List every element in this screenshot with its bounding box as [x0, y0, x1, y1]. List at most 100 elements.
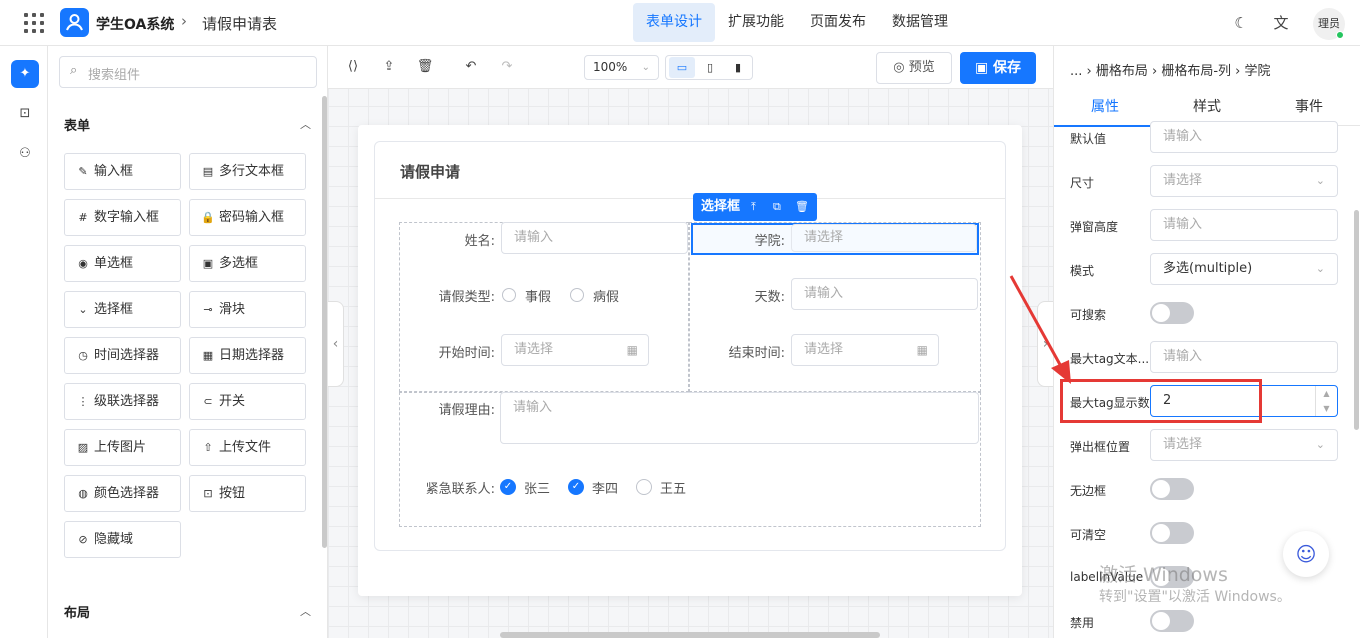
searchable-switch[interactable]	[1150, 302, 1194, 324]
component-icon: ⋮	[77, 395, 89, 408]
trash-icon[interactable]: 🗑	[416, 58, 434, 76]
grid-menu-icon[interactable]	[24, 13, 44, 33]
component-item[interactable]: ▣ 多选框	[189, 245, 306, 282]
component-item[interactable]: ▨ 上传图片	[64, 429, 181, 466]
contact-option-3: 王五	[660, 482, 687, 497]
popup-position-select[interactable]: 请选择 ⌄	[1150, 429, 1338, 461]
component-item[interactable]: ▦ 日期选择器	[189, 337, 306, 374]
radio-sick-leave-personal[interactable]	[502, 288, 516, 302]
component-label: 选择框	[94, 302, 134, 317]
checkbox-contact-1[interactable]: ✓	[500, 479, 516, 495]
component-item[interactable]: ⊸ 滑块	[189, 291, 306, 328]
increment-icon[interactable]: ▲	[1316, 386, 1337, 401]
scrollbar[interactable]	[1354, 210, 1359, 430]
calendar-icon: ▦	[626, 343, 638, 357]
component-icon: ◍	[78, 487, 88, 500]
move-top-icon[interactable]: ⤒	[751, 193, 756, 221]
components-icon[interactable]: ✦	[11, 60, 39, 88]
component-search-input[interactable]: ⌕ 搜索组件	[59, 56, 317, 88]
decrement-icon[interactable]: ▼	[1316, 401, 1337, 416]
tablet-icon[interactable]: ▯	[697, 57, 723, 78]
chevron-up-icon[interactable]: ︿	[300, 603, 311, 619]
college-select[interactable]: 请选择	[791, 224, 977, 252]
checkbox-contact-3[interactable]	[636, 479, 652, 495]
name-input[interactable]: 请输入	[501, 222, 688, 254]
left-rail: ✦ ⊡ ⚇	[0, 46, 48, 638]
nav-publish[interactable]: 页面发布	[797, 3, 879, 42]
collapse-left-panel-button[interactable]: ‹	[328, 301, 344, 387]
component-item[interactable]: ⊘ 隐藏域	[64, 521, 181, 558]
design-canvas: ⟨⟩ ⇪ 🗑 ↶ ↷ 100% ⌄ ▭ ▯ ▮ ◎ 预览 ▣ 保存 ‹ › 请假…	[328, 46, 1053, 638]
upload-icon[interactable]: ⇪	[380, 58, 398, 76]
popup-position-label: 弹出框位置	[1070, 440, 1131, 454]
code-icon[interactable]: ⊡	[11, 100, 39, 128]
max-tag-text-input[interactable]: 请输入	[1150, 341, 1338, 373]
mobile-icon[interactable]: ▮	[725, 57, 751, 78]
contact-option-2: 李四	[592, 482, 619, 497]
mode-label: 模式	[1070, 264, 1095, 278]
disabled-switch[interactable]	[1150, 610, 1194, 632]
component-item[interactable]: ✎ 输入框	[64, 153, 181, 190]
redo-icon[interactable]: ↷	[498, 58, 516, 76]
component-item[interactable]: ⊡ 按钮	[189, 475, 306, 512]
save-button[interactable]: ▣ 保存	[960, 52, 1036, 84]
component-item[interactable]: ◍ 颜色选择器	[64, 475, 181, 512]
nav-data-management[interactable]: 数据管理	[879, 3, 961, 42]
days-input[interactable]: 请输入	[791, 278, 978, 310]
component-item[interactable]: ⋮ 级联选择器	[64, 383, 181, 420]
start-time-placeholder: 请选择	[514, 342, 554, 357]
component-item[interactable]: ▤ 多行文本框	[189, 153, 306, 190]
default-value-input[interactable]: 请输入	[1150, 121, 1338, 153]
reason-textarea[interactable]: 请输入	[500, 392, 979, 444]
end-time-label: 结束时间:	[728, 346, 785, 361]
moon-icon[interactable]: ☾	[1232, 14, 1250, 32]
radio-sick-leave[interactable]	[570, 288, 584, 302]
component-item[interactable]: ◉ 单选框	[64, 245, 181, 282]
tab-attributes[interactable]: 属性	[1054, 89, 1156, 127]
popup-height-input[interactable]: 请输入	[1150, 209, 1338, 241]
component-label: 开关	[219, 394, 246, 409]
component-item[interactable]: ⇧ 上传文件	[189, 429, 306, 466]
chatbot-icon[interactable]: ☺	[1283, 531, 1329, 577]
component-icon: 🔒	[201, 211, 215, 224]
chevron-up-icon[interactable]: ︿	[300, 116, 311, 132]
copy-icon[interactable]: ⧉	[773, 193, 781, 221]
end-time-picker[interactable]: 请选择 ▦	[791, 334, 939, 366]
zoom-select[interactable]: 100% ⌄	[584, 55, 659, 80]
start-time-picker[interactable]: 请选择 ▦	[501, 334, 649, 366]
checkbox-contact-2[interactable]: ✓	[568, 479, 584, 495]
component-item[interactable]: 🔒 密码输入框	[189, 199, 306, 236]
translate-icon[interactable]: 文	[1272, 14, 1290, 32]
clearable-switch[interactable]	[1150, 522, 1194, 544]
component-item[interactable]: ◷ 时间选择器	[64, 337, 181, 374]
end-time-placeholder: 请选择	[804, 342, 844, 357]
mode-select[interactable]: 多选(multiple) ⌄	[1150, 253, 1338, 285]
component-breadcrumb: ... › 栅格布局 › 栅格布局-列 › 学院	[1070, 64, 1271, 79]
size-select[interactable]: 请选择 ⌄	[1150, 165, 1338, 197]
horizontal-scrollbar[interactable]	[500, 632, 880, 638]
default-value-label: 默认值	[1070, 132, 1107, 146]
desktop-icon[interactable]: ▭	[669, 57, 695, 78]
calendar-icon: ▦	[916, 343, 928, 357]
trash-icon[interactable]: 🗑	[795, 193, 809, 221]
preview-button[interactable]: ◎ 预览	[876, 52, 952, 84]
avatar[interactable]: 理员	[1313, 8, 1345, 40]
nav-extensions[interactable]: 扩展功能	[715, 3, 797, 42]
code-view-icon[interactable]: ⟨⟩	[344, 58, 362, 76]
scrollbar[interactable]	[322, 96, 327, 548]
tree-icon[interactable]: ⚇	[11, 140, 39, 168]
device-switcher: ▭ ▯ ▮	[665, 55, 753, 80]
collapse-right-panel-button[interactable]: ›	[1037, 301, 1053, 387]
nav-form-design[interactable]: 表单设计	[633, 3, 715, 42]
component-item[interactable]: # 数字输入框	[64, 199, 181, 236]
borderless-switch[interactable]	[1150, 478, 1194, 500]
component-label: 上传图片	[94, 440, 147, 455]
component-item[interactable]: ⊂ 开关	[189, 383, 306, 420]
component-label: 隐藏域	[94, 532, 134, 547]
undo-icon[interactable]: ↶	[462, 58, 480, 76]
component-item[interactable]: ⌄ 选择框	[64, 291, 181, 328]
top-header: 学生OA系统 › 请假申请表 表单设计 扩展功能 页面发布 数据管理 ☾ 文 理…	[0, 0, 1360, 46]
mode-value: 多选(multiple)	[1163, 261, 1253, 276]
highlight-annotation	[1060, 379, 1262, 423]
component-label: 级联选择器	[94, 394, 160, 409]
